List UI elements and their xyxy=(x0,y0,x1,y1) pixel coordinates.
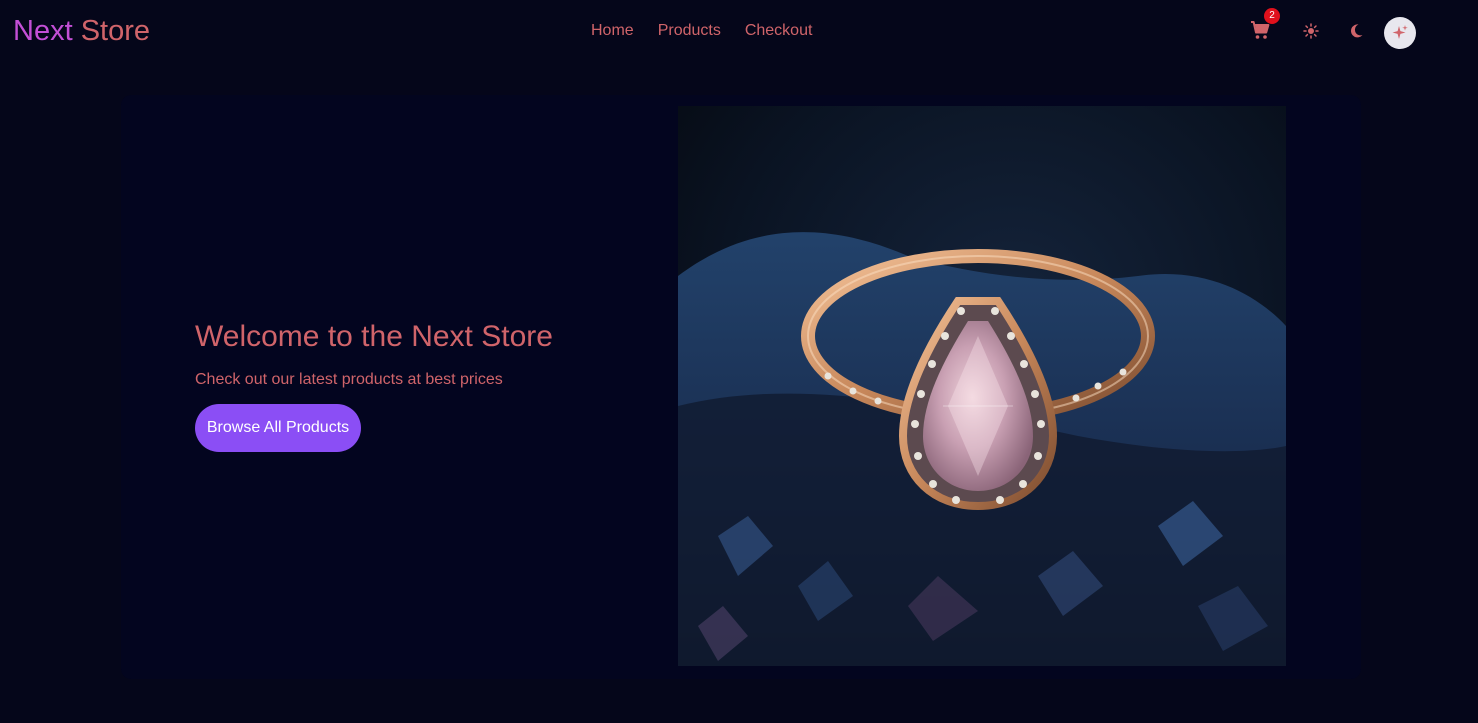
moon-icon xyxy=(1350,24,1363,38)
assistant-button[interactable] xyxy=(1384,17,1416,49)
hero-subtitle: Check out our latest products at best pr… xyxy=(195,371,503,388)
navbar: Next Store Home Products Checkout 2 xyxy=(0,0,1478,64)
brand-logo[interactable]: Next Store xyxy=(13,14,150,48)
hero-product-image xyxy=(678,106,1286,666)
light-mode-button[interactable] xyxy=(1302,22,1320,40)
dark-mode-button[interactable] xyxy=(1346,21,1366,41)
ring-photo-illustration xyxy=(678,106,1286,666)
browse-all-products-button[interactable]: Browse All Products xyxy=(195,404,361,452)
nav-link-products[interactable]: Products xyxy=(658,22,721,40)
nav-link-checkout[interactable]: Checkout xyxy=(745,22,813,40)
main-nav: Home Products Checkout xyxy=(591,22,812,40)
nav-link-home[interactable]: Home xyxy=(591,22,634,40)
sparkle-icon xyxy=(1392,25,1408,39)
hero-title: Welcome to the Next Store xyxy=(195,320,553,353)
cart-count-badge: 2 xyxy=(1264,8,1280,24)
sun-icon xyxy=(1303,23,1319,39)
brand-word-store: Store xyxy=(80,15,151,47)
brand-word-next: Next xyxy=(13,15,73,47)
